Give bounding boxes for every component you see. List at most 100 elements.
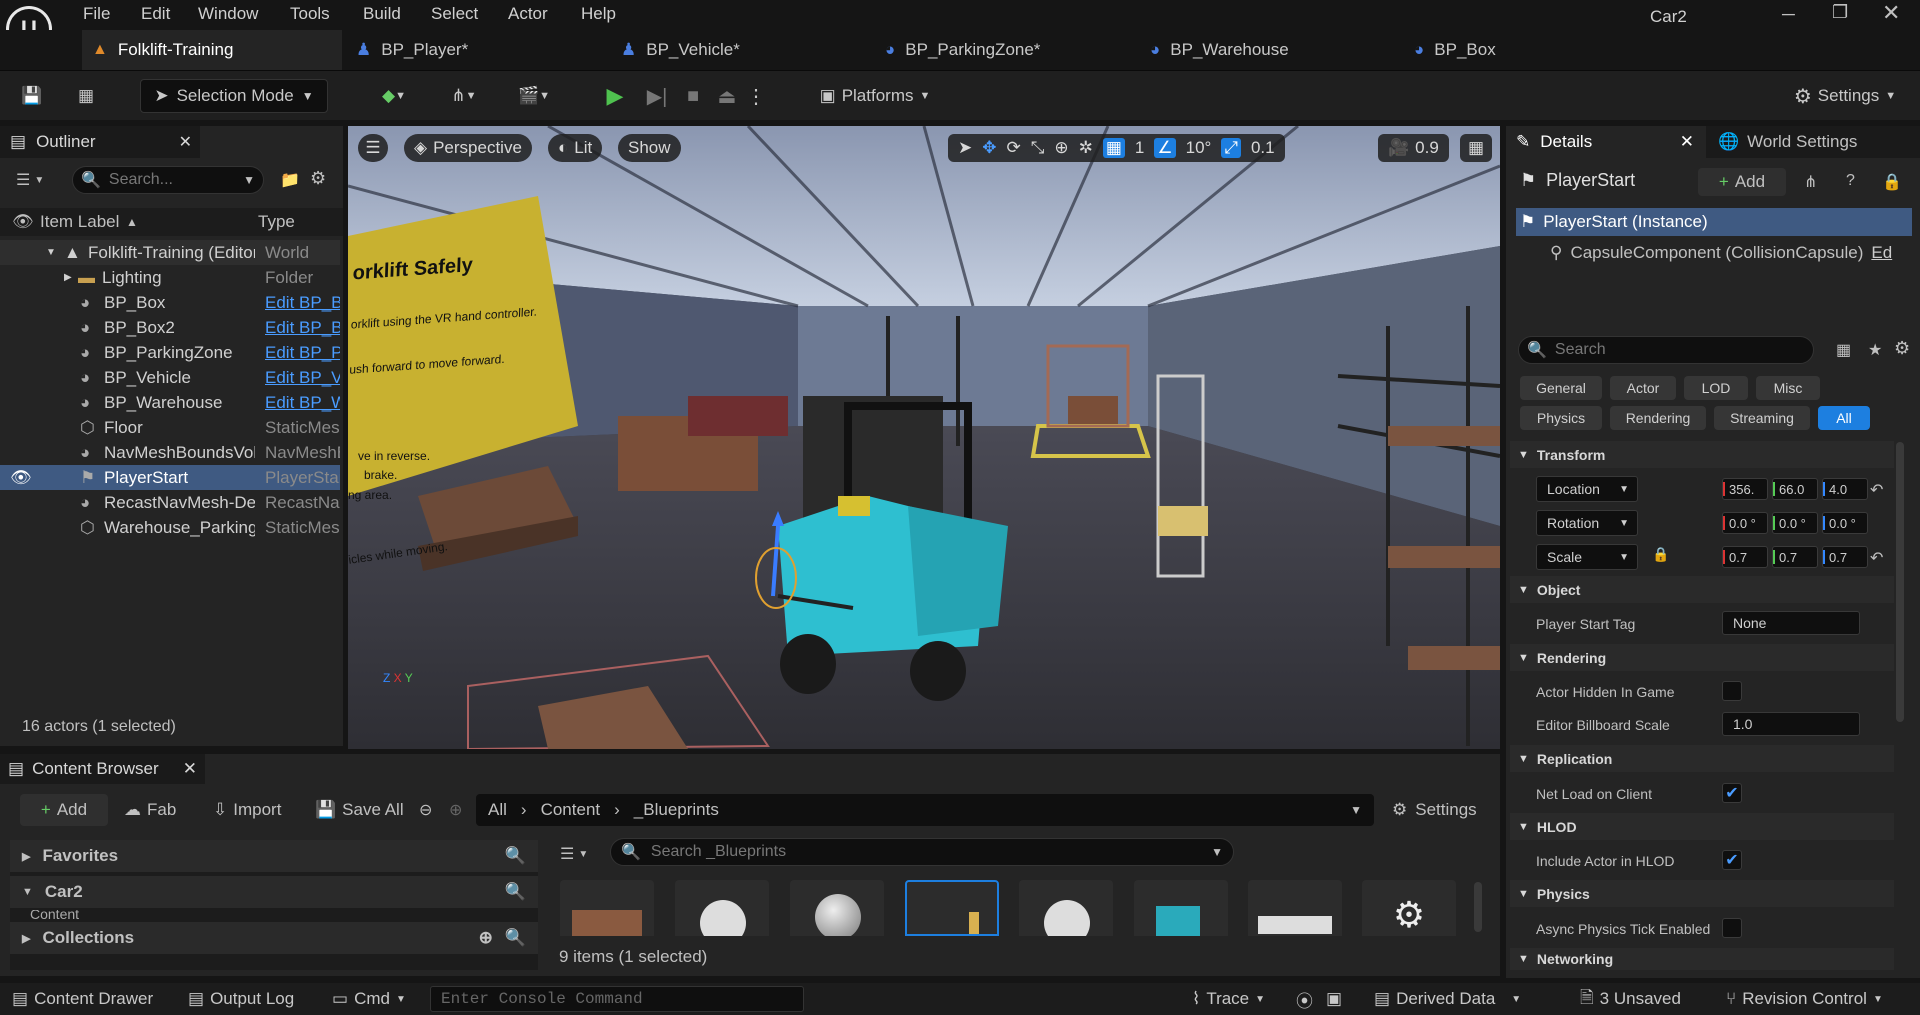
forward-arrow-icon[interactable]: ⊕ <box>449 800 462 820</box>
visibility-icon[interactable]: 👁 <box>10 468 32 488</box>
asset-tile[interactable] <box>675 880 769 936</box>
actor-hidden-checkbox[interactable] <box>1722 681 1742 701</box>
minimize-icon[interactable]: ─ <box>1782 4 1795 25</box>
rotate-tool-icon[interactable]: ⟳ <box>1007 138 1021 158</box>
perspective-button[interactable]: ◈ Perspective <box>404 134 532 162</box>
asset-tile[interactable] <box>1134 880 1228 936</box>
details-search-input[interactable]: 🔍 Search <box>1518 336 1814 364</box>
favorites-star-icon[interactable]: ★ <box>1868 340 1882 360</box>
close-tab-icon[interactable]: ✕ <box>183 759 197 779</box>
close-tab-icon[interactable]: ✕ <box>1680 132 1694 152</box>
billboard-scale-input[interactable]: 1.0 <box>1722 712 1860 736</box>
outliner-row[interactable]: ◕ BP_Box2 Edit BP_Box <box>0 315 340 340</box>
scale-snap-value[interactable]: 0.1 <box>1251 138 1275 158</box>
show-button[interactable]: Show <box>618 134 681 162</box>
view-mode-button[interactable]: ◐ Lit <box>548 134 603 162</box>
angle-snap-icon[interactable]: ∠ <box>1154 138 1176 158</box>
outliner-row[interactable]: ◕ BP_Box Edit BP_Box <box>0 290 340 315</box>
blueprint-hierarchy-icon[interactable]: ⋔ <box>1804 172 1817 192</box>
details-scrollbar[interactable] <box>1896 442 1904 722</box>
import-button[interactable]: ⇩ Import <box>213 800 281 820</box>
filter-rendering[interactable]: Rendering <box>1610 406 1706 430</box>
row-type[interactable]: Edit BP_ParkingZone <box>265 343 340 363</box>
level-viewport[interactable]: orklift Safely orklift using the VR hand… <box>348 126 1500 749</box>
menu-tools[interactable]: Tools <box>290 4 330 24</box>
viewport-layout-icon[interactable]: ▦ <box>1460 134 1492 162</box>
new-folder-icon[interactable]: 📁 <box>280 170 300 190</box>
content-drawer-button[interactable]: ▤ Content Drawer <box>12 983 153 1015</box>
include-hlod-checkbox[interactable]: ✔ <box>1722 850 1742 870</box>
filter-streaming[interactable]: Streaming <box>1714 406 1810 430</box>
step-icon[interactable]: ▶| <box>642 79 672 113</box>
save-all-button[interactable]: 💾 Save All <box>315 800 404 820</box>
menu-window[interactable]: Window <box>198 4 258 24</box>
close-icon[interactable]: ✕ <box>1882 0 1900 26</box>
rotation-z[interactable]: 0.0 ° <box>1822 512 1868 534</box>
scale-tool-icon[interactable]: ⤡ <box>1031 138 1045 158</box>
more-options-icon[interactable]: ⋮ <box>746 79 766 113</box>
stop-icon[interactable]: ■ <box>678 79 708 113</box>
rotation-x[interactable]: 0.0 ° <box>1722 512 1768 534</box>
filter-general[interactable]: General <box>1520 376 1602 400</box>
revision-control-button[interactable]: ⑂ Revision Control ▼ <box>1726 983 1883 1015</box>
record-icon[interactable]: ⦿ <box>1296 983 1313 1015</box>
trace-dropdown[interactable]: ⌇ Trace ▼ <box>1192 983 1265 1015</box>
cinematics-icon[interactable]: 🎬 ▼ <box>510 79 558 113</box>
maximize-icon[interactable]: ❐ <box>1832 2 1848 23</box>
filter-dropdown[interactable]: ☰ ▼ <box>16 170 44 190</box>
unsaved-button[interactable]: 🗎 3 Unsaved <box>1580 983 1681 1015</box>
add-collection-icon[interactable]: ⊕ <box>479 928 493 948</box>
location-y[interactable]: 66.0 <box>1772 478 1818 500</box>
scale-z[interactable]: 0.7 <box>1822 546 1868 568</box>
platforms-dropdown[interactable]: ▣ Platforms ▼ <box>810 79 940 113</box>
details-tab[interactable]: ✎ Details ✕ <box>1506 126 1702 158</box>
console-command-input[interactable]: Enter Console Command <box>430 986 804 1012</box>
world-space-icon[interactable]: ⊕ <box>1054 138 1068 158</box>
output-log-button[interactable]: ▤ Output Log <box>188 983 294 1015</box>
chevron-down-icon[interactable]: ▼ <box>1350 803 1362 817</box>
lock-icon[interactable]: 🔒 <box>1882 172 1902 192</box>
outliner-row[interactable]: ◕ BP_Vehicle Edit BP_Vehicle <box>0 365 340 390</box>
filter-all[interactable]: All <box>1818 406 1870 430</box>
search-icon[interactable]: 🔍 <box>505 928 526 948</box>
scale-x[interactable]: 0.7 <box>1722 546 1768 568</box>
favorites-section[interactable]: ▶ Favorites 🔍 <box>10 840 538 872</box>
tab-folklift-training[interactable]: ▲ Folklift-Training <box>82 30 342 70</box>
angle-snap-value[interactable]: 10° <box>1186 138 1212 158</box>
menu-build[interactable]: Build <box>363 4 401 24</box>
section-transform[interactable]: ▼ Transform <box>1510 441 1894 468</box>
breadcrumb-all[interactable]: All <box>488 800 507 820</box>
filter-misc[interactable]: Misc <box>1756 376 1820 400</box>
asset-search-input[interactable]: 🔍 Search _Blueprints ▼ <box>610 838 1234 866</box>
save-icon[interactable]: 💾 <box>18 79 46 113</box>
asset-tile-selected[interactable] <box>905 880 999 936</box>
net-load-checkbox[interactable]: ✔ <box>1722 783 1742 803</box>
outliner-row[interactable]: ⬡ Floor StaticMeshActor <box>0 415 340 440</box>
component-instance-row[interactable]: ⚑ PlayerStart (Instance) <box>1516 208 1912 236</box>
tab-bp-box[interactable]: ◕ BP_Box <box>1414 30 1664 70</box>
filter-dropdown[interactable]: ☰ ▼ <box>560 844 588 864</box>
asset-scrollbar[interactable] <box>1474 882 1482 932</box>
content-browser-tab[interactable]: ▤ Content Browser ✕ <box>0 754 205 784</box>
menu-actor[interactable]: Actor <box>508 4 548 24</box>
asset-tile[interactable] <box>560 880 654 936</box>
outliner-row[interactable]: ◕ BP_Warehouse Edit BP_Warehouse <box>0 390 340 415</box>
col-type[interactable]: Type <box>258 212 295 232</box>
table-view-icon[interactable]: ▦ <box>1836 340 1851 360</box>
component-capsule-row[interactable]: ⚲ CapsuleComponent (CollisionCapsule) Ed <box>1550 239 1920 267</box>
tab-bp-vehicle[interactable]: ♟ BP_Vehicle* <box>621 30 871 70</box>
world-settings-tab[interactable]: 🌐 World Settings <box>1706 126 1920 158</box>
menu-edit[interactable]: Edit <box>141 4 170 24</box>
eject-icon[interactable]: ⏏ <box>712 79 742 113</box>
breadcrumb-blueprints[interactable]: _Blueprints <box>634 800 719 820</box>
outliner-row[interactable]: ▶ ▬ Lighting Folder <box>0 265 340 290</box>
lock-icon[interactable]: 🔒 <box>1652 546 1669 563</box>
fab-button[interactable]: ☁ Fab <box>124 800 176 820</box>
col-item-label[interactable]: Item Label <box>40 212 119 232</box>
rotation-dropdown[interactable]: Rotation ▼ <box>1536 510 1638 536</box>
scale-snap-icon[interactable]: ⤢ <box>1221 138 1241 158</box>
outliner-search-input[interactable]: 🔍 Search... ▼ <box>72 166 264 194</box>
section-object[interactable]: ▼ Object <box>1510 576 1894 603</box>
back-arrow-icon[interactable]: ⊖ <box>419 800 432 820</box>
asset-tile[interactable] <box>790 880 884 936</box>
